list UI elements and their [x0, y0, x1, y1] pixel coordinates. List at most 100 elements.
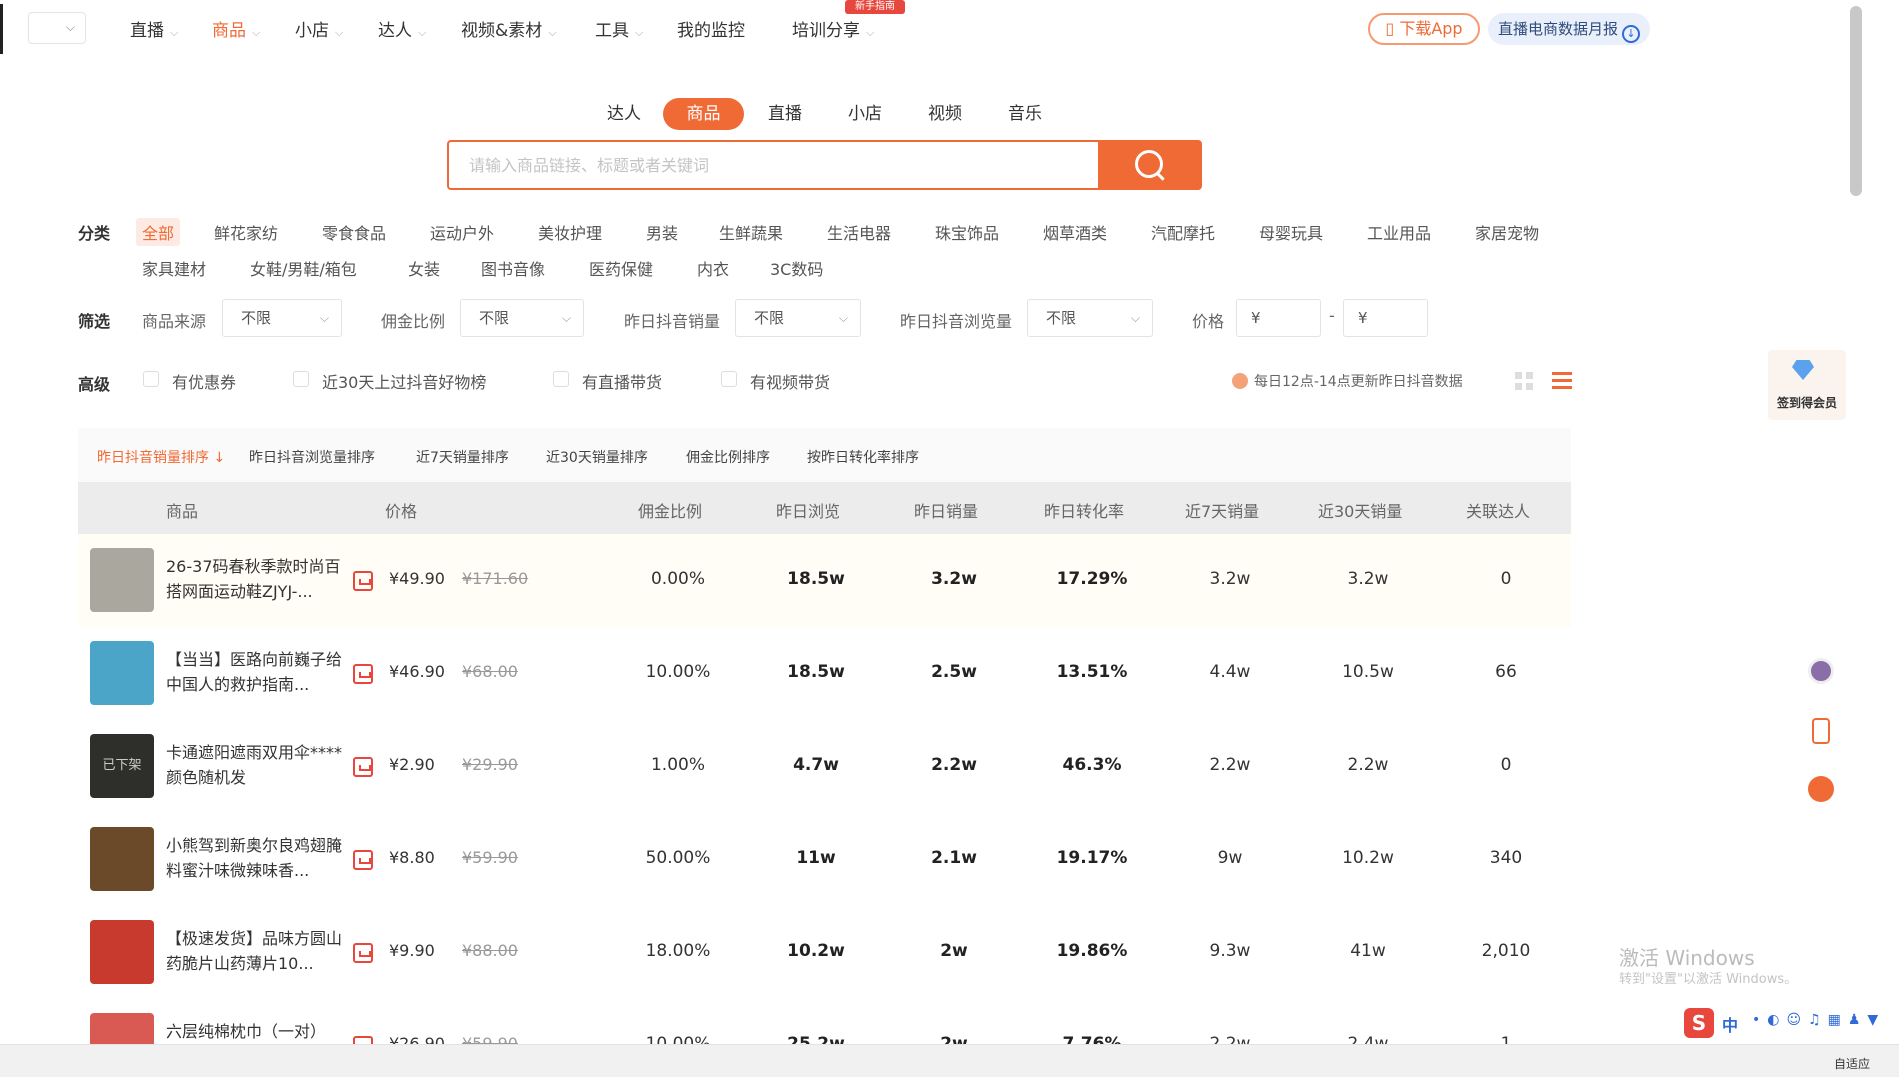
sort-7d-sales[interactable]: 近7天销量排序 — [416, 447, 509, 467]
category-item[interactable]: 家居宠物 — [1475, 220, 1539, 244]
ime-language[interactable]: 中 — [1722, 1012, 1738, 1036]
cell-influencers: 0 — [1500, 569, 1512, 589]
nav-item-monitor[interactable]: 我的监控 — [677, 16, 745, 41]
cell-commission: 0.00% — [650, 569, 705, 589]
ime-tool-icons[interactable]: •◐☺♫▦♟▼ — [1752, 1012, 1885, 1028]
sort-yesterday-sales[interactable]: 昨日抖音销量排序 ↓ — [97, 447, 225, 467]
filter-views-select[interactable]: 不限 ⌵ — [1027, 299, 1153, 337]
category-item[interactable]: 女鞋/男鞋/箱包 — [250, 256, 357, 280]
filter-source-label: 商品来源 — [142, 312, 207, 331]
nav-item-video-materials[interactable]: 视频&素材 ⌵ — [461, 16, 557, 41]
search-tab-videos[interactable]: 视频 — [916, 98, 974, 130]
filter-commission-select[interactable]: 不限 ⌵ — [460, 299, 584, 337]
coupon-checkbox[interactable] — [143, 371, 159, 387]
table-row[interactable]: 【极速发货】品味方圆山药脆片山药薄片10... ¥9.90 ¥88.00 18.00%… — [78, 906, 1571, 999]
category-item[interactable]: 生活电器 — [827, 220, 891, 244]
table-row[interactable]: 小熊驾到新奥尔良鸡翅腌料蜜汁味微辣味香... ¥8.80 ¥59.90 50.00% 1… — [78, 813, 1571, 906]
category-item[interactable]: 母婴玩具 — [1259, 220, 1323, 244]
product-title[interactable]: 小熊驾到新奥尔良鸡翅腌料蜜汁味微辣味香... — [166, 833, 346, 883]
table-row[interactable]: 已下架 卡通遮阳遮雨双用伞****颜色随机发 ¥2.90 ¥29.90 1.00% 4.7… — [78, 720, 1571, 813]
table-row[interactable]: 【当当】医路向前巍子给中国人的救护指南... ¥46.90 ¥68.00 10.00%… — [78, 627, 1571, 720]
search-tab-influencers[interactable]: 达人 — [595, 98, 653, 130]
nav-item-training[interactable]: 培训分享 ⌵ — [792, 16, 874, 41]
price-max-input[interactable]: ¥ — [1343, 299, 1428, 337]
product-thumbnail[interactable] — [90, 920, 154, 984]
product-title[interactable]: 六层纯棉枕巾（一对） — [166, 1019, 346, 1044]
sort-yesterday-views[interactable]: 昨日抖音浏览量排序 — [249, 447, 375, 467]
filter-source-select[interactable]: 不限 ⌵ — [222, 299, 342, 337]
category-item[interactable]: 女装 — [408, 256, 440, 280]
col-header-sales-30d: 近30天销量 — [1318, 502, 1403, 521]
top-select-dropdown[interactable]: ⌵ — [28, 12, 86, 44]
haowu-rank-checkbox[interactable] — [293, 371, 309, 387]
product-thumbnail[interactable] — [90, 548, 154, 612]
grid-view-icon[interactable] — [1515, 372, 1533, 390]
search-tab-shops[interactable]: 小店 — [836, 98, 894, 130]
video-selling-option-label[interactable]: 有视频带货 — [750, 369, 830, 393]
ime-toolbar[interactable]: S 中 •◐☺♫▦♟▼ — [1682, 1006, 1897, 1040]
filter-sales-select[interactable]: 不限 ⌵ — [735, 299, 861, 337]
monthly-report-button[interactable]: 直播电商数据月报 ↓ — [1488, 13, 1650, 45]
live-selling-checkbox[interactable] — [553, 371, 569, 387]
search-button[interactable] — [1098, 140, 1202, 190]
product-title[interactable]: 26-37码春秋季款时尚百搭网面运动鞋ZJYJ-... — [166, 554, 346, 604]
new-guide-badge[interactable]: 新手指南 — [845, 0, 905, 14]
category-item[interactable]: 图书音像 — [481, 256, 545, 280]
category-item[interactable]: 烟草酒类 — [1043, 220, 1107, 244]
side-float-toolbar — [1798, 650, 1842, 820]
mobile-icon[interactable] — [1812, 718, 1830, 744]
scrollbar-thumb[interactable] — [1850, 6, 1862, 196]
product-thumbnail[interactable] — [90, 827, 154, 891]
product-title[interactable]: 【极速发货】品味方圆山药脆片山药薄片10... — [166, 926, 346, 976]
nav-item-tools[interactable]: 工具 ⌵ — [595, 16, 643, 41]
category-item[interactable]: 内衣 — [697, 256, 729, 280]
list-view-icon[interactable] — [1552, 372, 1572, 390]
chevron-down-icon: ⌵ — [319, 311, 329, 325]
category-item[interactable]: 工业用品 — [1367, 220, 1431, 244]
category-item[interactable]: 生鲜蔬果 — [719, 220, 783, 244]
avatar-icon[interactable] — [1808, 658, 1834, 684]
download-circle-icon: ↓ — [1622, 25, 1640, 43]
table-row[interactable]: 26-37码春秋季款时尚百搭网面运动鞋ZJYJ-... ¥49.90 ¥171.60… — [78, 534, 1571, 627]
product-title[interactable]: 【当当】医路向前巍子给中国人的救护指南... — [166, 647, 346, 697]
product-thumbnail[interactable]: 已下架 — [90, 734, 154, 798]
haowu-rank-option-label[interactable]: 近30天上过抖音好物榜 — [322, 369, 486, 393]
price-min-input[interactable]: ¥ — [1236, 299, 1321, 337]
category-item[interactable]: 3C数码 — [770, 256, 823, 280]
category-item[interactable]: 医药保健 — [589, 256, 653, 280]
search-input[interactable] — [449, 142, 1098, 188]
live-selling-option-label[interactable]: 有直播带货 — [582, 369, 662, 393]
sort-30d-sales[interactable]: 近30天销量排序 — [546, 447, 648, 467]
sogou-logo-icon[interactable]: S — [1684, 1008, 1714, 1038]
category-item[interactable]: 鲜花家纺 — [214, 220, 278, 244]
category-item[interactable]: 汽配摩托 — [1151, 220, 1215, 244]
category-item[interactable]: 全部 — [136, 218, 181, 246]
search-tab-products[interactable]: 商品 — [663, 98, 744, 130]
category-item[interactable]: 珠宝饰品 — [935, 220, 999, 244]
product-title[interactable]: 卡通遮阳遮雨双用伞****颜色随机发 — [166, 740, 346, 790]
nav-item-influencers[interactable]: 达人 ⌵ — [378, 16, 426, 41]
cell-sales-7d: 4.4w — [1209, 662, 1251, 682]
search-icon — [1135, 150, 1163, 178]
nav-item-live[interactable]: 直播 ⌵ — [130, 16, 178, 41]
category-item[interactable]: 零食食品 — [322, 220, 386, 244]
top-nav: ⌵ 直播 ⌵ 商品 ⌵ 小店 ⌵ 达人 ⌵ 视频&素材 ⌵ 工具 ⌵ 我的监控 培训分享 ⌵ … — [0, 0, 1899, 56]
nav-item-products[interactable]: 商品 ⌵ — [212, 16, 260, 41]
coupon-option-label[interactable]: 有优惠券 — [172, 369, 236, 393]
category-item[interactable]: 男装 — [646, 220, 678, 244]
category-item[interactable]: 美妆护理 — [538, 220, 602, 244]
nav-item-shops[interactable]: 小店 ⌵ — [295, 16, 343, 41]
sort-conversion[interactable]: 按昨日转化率排序 — [807, 447, 919, 467]
product-thumbnail[interactable] — [90, 641, 154, 705]
search-tab-music[interactable]: 音乐 — [996, 98, 1054, 130]
search-tab-live[interactable]: 直播 — [756, 98, 814, 130]
fit-label[interactable]: 自适应 — [1834, 1055, 1870, 1072]
category-item[interactable]: 运动户外 — [430, 220, 494, 244]
signin-member-button[interactable]: 签到得会员 — [1768, 350, 1846, 420]
download-app-button[interactable]: ▯ 下载App — [1368, 13, 1480, 45]
price-separator: - — [1329, 306, 1335, 325]
category-item[interactable]: 家具建材 — [142, 256, 206, 280]
video-selling-checkbox[interactable] — [721, 371, 737, 387]
weibo-icon[interactable] — [1808, 776, 1834, 802]
sort-commission[interactable]: 佣金比例排序 — [686, 447, 770, 467]
